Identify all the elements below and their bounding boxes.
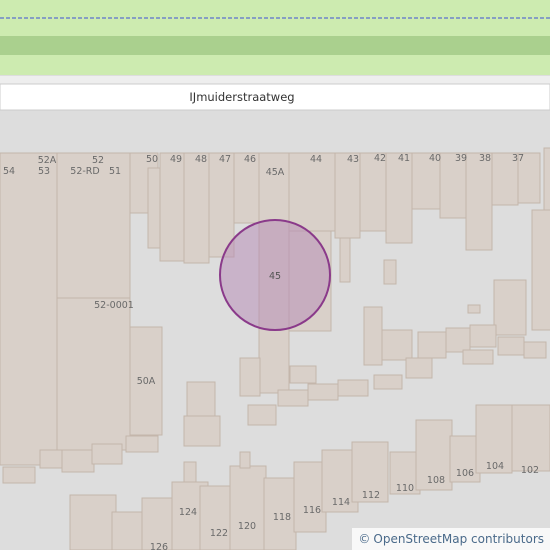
house-number: 52A [38,155,57,166]
building [159,152,185,262]
building [0,152,58,466]
house-number: 52-0001 [94,300,134,311]
building [363,306,383,366]
house-number: 112 [362,490,380,501]
building [497,336,525,356]
building [337,379,369,397]
house-number: 52-RD [70,166,99,177]
building [307,383,339,401]
selected-house-number: 45 [269,271,281,282]
house-number: 120 [238,521,256,532]
building [462,349,494,365]
house-number: 50A [137,376,156,387]
building [61,449,95,473]
building [229,465,267,550]
house-number: 102 [521,465,539,476]
building [381,329,413,361]
building [2,466,36,484]
building [383,259,397,285]
park-area [0,0,550,75]
house-number: 47 [219,154,231,165]
house-number: 54 [3,166,15,177]
building [111,511,147,550]
building [125,435,159,453]
map-attribution: © OpenStreetMap contributors [352,528,550,550]
house-number: 41 [398,153,410,164]
building [334,152,361,239]
building [56,297,131,451]
copyright-icon: © [358,532,371,546]
house-number: 40 [429,153,441,164]
building [183,152,210,264]
house-number: 122 [210,528,228,539]
house-number: 39 [455,153,467,164]
house-number: 118 [273,512,291,523]
building [147,167,161,249]
house-number: 108 [427,475,445,486]
house-number: 49 [170,154,182,165]
building [183,415,221,447]
house-number: 37 [512,153,524,164]
building [69,494,117,550]
building [359,152,387,232]
building [247,404,277,426]
building [493,279,527,336]
building [186,381,216,418]
house-number: 106 [456,468,474,479]
house-number: 42 [374,153,386,164]
building [445,327,471,353]
map-canvas[interactable]: IJmuiderstraatweg 54 52A 53 52 52-RD 51 … [0,0,550,550]
building [465,152,493,251]
building [239,451,251,469]
building [523,341,547,359]
house-number: 38 [479,153,491,164]
attribution-link[interactable]: OpenStreetMap contributors [373,528,544,550]
building [385,152,413,244]
street-label: IJmuiderstraatweg [189,90,294,104]
house-number: 126 [150,542,168,550]
building [39,449,63,469]
building [469,324,497,348]
building [511,404,550,472]
building [543,147,550,219]
house-number: 48 [195,154,207,165]
house-number: 114 [332,497,350,508]
building [183,461,197,483]
house-number: 46 [244,154,256,165]
house-number: 110 [396,483,414,494]
house-number: 104 [486,461,504,472]
building [373,374,403,390]
house-number: 45A [266,167,285,178]
house-number: 124 [179,507,197,518]
building [531,209,550,331]
house-number: 44 [310,154,322,165]
building [467,304,481,314]
house-number: 53 [38,166,50,177]
building [417,331,447,359]
building [91,443,123,465]
building [289,365,317,384]
house-number: 43 [347,154,359,165]
building [277,389,309,407]
map-svg[interactable]: IJmuiderstraatweg 54 52A 53 52 52-RD 51 … [0,0,550,550]
location-marker[interactable]: 45 [219,219,331,331]
house-number: 116 [303,505,321,516]
building [293,461,327,533]
building [239,357,261,397]
house-number: 52 [92,155,104,166]
building [339,237,351,283]
house-number: 51 [109,166,121,177]
building [405,357,433,379]
house-number: 50 [146,154,158,165]
